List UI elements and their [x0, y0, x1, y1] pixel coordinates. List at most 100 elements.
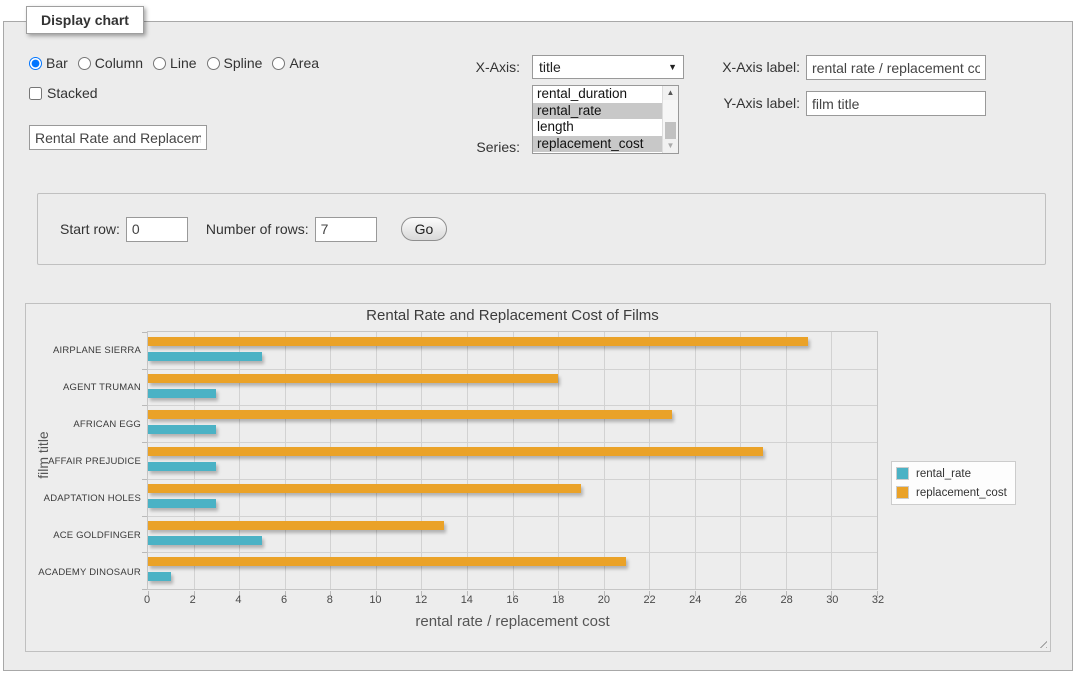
chart-x-axis-title: rental rate / replacement cost	[147, 613, 878, 630]
chart-type-radio-line[interactable]	[153, 57, 166, 70]
x-axis-select[interactable]: title ▼	[532, 55, 684, 79]
bar-replacement_cost	[148, 447, 763, 456]
chart-type-option-bar[interactable]: Bar	[29, 55, 68, 71]
x-axis-select-label: X-Axis:	[420, 59, 520, 75]
x-tick-label: 0	[132, 594, 162, 606]
start-row-input[interactable]	[126, 217, 188, 242]
chart-type-label: Column	[95, 55, 143, 71]
chart-legend: rental_rate replacement_cost	[891, 461, 1016, 505]
y-category-label: ADAPTATION HOLES	[26, 493, 141, 504]
bar-rental_rate	[148, 462, 216, 471]
stacked-row: Stacked	[29, 85, 98, 101]
axis-tick	[142, 369, 147, 370]
bar-rental_rate	[148, 536, 262, 545]
bar-replacement_cost	[148, 557, 626, 566]
series-option-rental_rate[interactable]: rental_rate	[533, 103, 662, 120]
chart-type-option-column[interactable]: Column	[78, 55, 143, 71]
bar-rental_rate	[148, 499, 216, 508]
series-options: rental_durationrental_ratelengthreplacem…	[533, 86, 662, 153]
x-tick-label: 18	[543, 594, 573, 606]
go-button[interactable]: Go	[401, 217, 448, 241]
resize-handle[interactable]	[1036, 637, 1047, 648]
bar-rental_rate	[148, 352, 262, 361]
chart-type-radio-group: Bar Column Line Spline Area	[29, 55, 329, 71]
legend-label: rental_rate	[916, 468, 971, 480]
scroll-down-icon[interactable]: ▼	[663, 139, 678, 153]
chart-type-radio-bar[interactable]	[29, 57, 42, 70]
chart-type-option-area[interactable]: Area	[272, 55, 319, 71]
y-category-label: ACADEMY DINOSAUR	[26, 567, 141, 578]
axis-tick	[142, 589, 147, 590]
chart-type-radio-spline[interactable]	[207, 57, 220, 70]
x-tick-label: 6	[269, 594, 299, 606]
chart-type-label: Spline	[224, 55, 263, 71]
chart-type-radio-column[interactable]	[78, 57, 91, 70]
chart-row	[148, 479, 877, 516]
scrollbar-thumb[interactable]	[665, 122, 676, 140]
y-category-label: AFRICAN EGG	[26, 419, 141, 430]
stacked-label: Stacked	[47, 85, 98, 101]
x-tick-label: 20	[589, 594, 619, 606]
chart-type-option-spline[interactable]: Spline	[207, 55, 263, 71]
legend-swatch	[896, 467, 909, 480]
chart-plot-area	[147, 331, 878, 590]
num-rows-input[interactable]	[315, 217, 377, 242]
x-tick-label: 30	[817, 594, 847, 606]
chart-type-label: Line	[170, 55, 196, 71]
chart-row	[148, 442, 877, 479]
bar-replacement_cost	[148, 484, 581, 493]
y-axis-label-input[interactable]	[806, 91, 986, 116]
chart-type-label: Bar	[46, 55, 68, 71]
scroll-up-icon[interactable]: ▲	[663, 86, 678, 100]
chart-builder-page: Display chart Bar Column Line Spline Area St…	[0, 0, 1081, 681]
chart-container: Rental Rate and Replacement Cost of Film…	[25, 303, 1051, 652]
x-axis-select-value: title	[539, 59, 561, 75]
chart-title-input[interactable]	[29, 125, 207, 150]
legend-label: replacement_cost	[916, 487, 1007, 499]
x-tick-label: 8	[315, 594, 345, 606]
y-category-label: AFFAIR PREJUDICE	[26, 456, 141, 467]
axis-tick	[142, 552, 147, 553]
chart-row	[148, 405, 877, 442]
bar-rental_rate	[148, 389, 216, 398]
x-tick-label: 26	[726, 594, 756, 606]
bar-replacement_cost	[148, 521, 444, 530]
legend-item: replacement_cost	[894, 483, 1007, 502]
x-axis-label-input[interactable]	[806, 55, 986, 80]
axis-tick	[142, 332, 147, 333]
axis-tick	[142, 405, 147, 406]
x-tick-label: 12	[406, 594, 436, 606]
x-tick-label: 28	[772, 594, 802, 606]
x-axis-label-field-label: X-Axis label:	[700, 59, 800, 75]
x-tick-label: 10	[360, 594, 390, 606]
chart-row	[148, 516, 877, 553]
legend-item: rental_rate	[894, 464, 1007, 483]
stacked-checkbox[interactable]	[29, 87, 42, 100]
series-option-rental_duration[interactable]: rental_duration	[533, 86, 662, 103]
axis-tick	[142, 442, 147, 443]
chart-row	[148, 552, 877, 589]
chart-row	[148, 369, 877, 406]
chevron-down-icon: ▼	[668, 62, 677, 72]
panel-title: Display chart	[26, 6, 144, 34]
series-option-replacement_cost[interactable]: replacement_cost	[533, 136, 662, 153]
x-tick-label: 16	[498, 594, 528, 606]
chart-type-radio-area[interactable]	[272, 57, 285, 70]
x-tick-label: 32	[863, 594, 893, 606]
chart-row	[148, 332, 877, 369]
chart-type-label: Area	[289, 55, 319, 71]
x-tick-label: 24	[680, 594, 710, 606]
bar-rental_rate	[148, 572, 171, 581]
x-tick-label: 4	[223, 594, 253, 606]
bar-replacement_cost	[148, 374, 558, 383]
series-multiselect[interactable]: rental_durationrental_ratelengthreplacem…	[532, 85, 679, 154]
y-category-label: AIRPLANE SIERRA	[26, 345, 141, 356]
series-option-length[interactable]: length	[533, 119, 662, 136]
num-rows-label: Number of rows:	[206, 221, 309, 237]
display-chart-panel: Display chart BarColumnLineSplineArea St…	[3, 21, 1073, 671]
y-axis-label-field-label: Y-Axis label:	[700, 95, 800, 111]
axis-tick	[142, 516, 147, 517]
series-scrollbar[interactable]: ▲ ▼	[662, 86, 678, 153]
legend-swatch	[896, 486, 909, 499]
chart-type-option-line[interactable]: Line	[153, 55, 196, 71]
